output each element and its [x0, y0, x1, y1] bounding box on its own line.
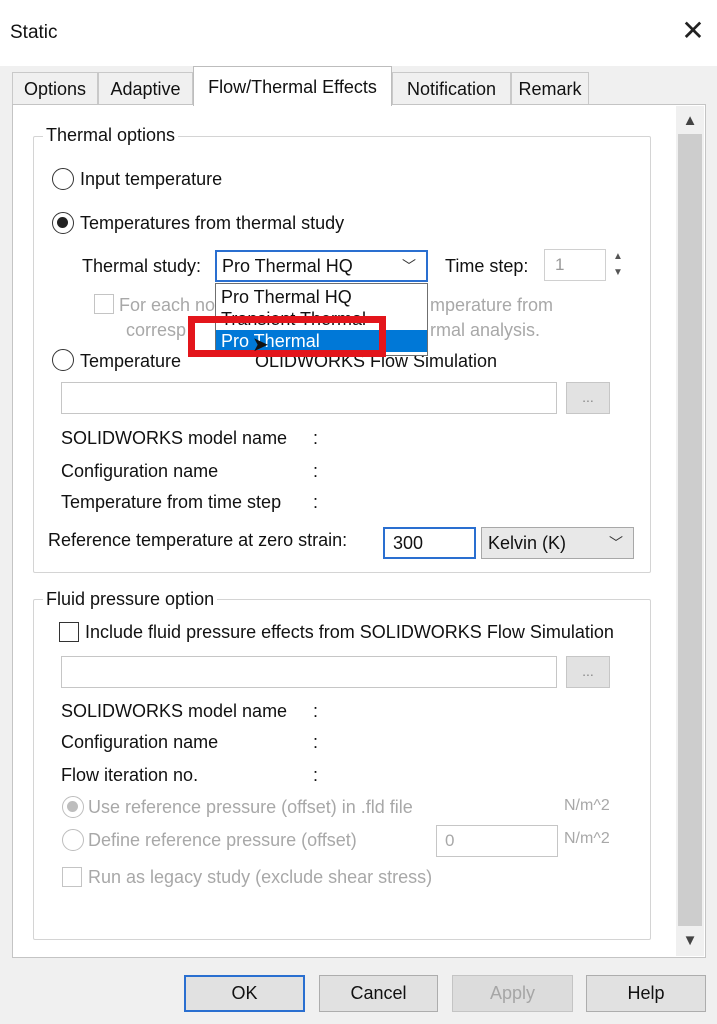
flow-iteration-label: Flow iteration no.: [61, 765, 199, 785]
thermal-study-value: Pro Thermal HQ: [222, 256, 353, 276]
browse-button[interactable]: ...: [566, 382, 610, 414]
tab-adaptive[interactable]: Adaptive: [98, 72, 193, 104]
fluid-model-name-colon: :: [313, 701, 319, 721]
legacy-study-label: Run as legacy study (exclude shear stres…: [88, 867, 433, 887]
thermal-study-radio[interactable]: [52, 212, 74, 234]
temp-time-step-colon: :: [313, 492, 319, 512]
per-node-text-end: mperature from: [430, 295, 554, 315]
time-step-label: Time step:: [445, 256, 529, 276]
thermal-study-select[interactable]: Pro Thermal HQ ﹀: [215, 250, 428, 282]
input-temperature-label: Input temperature: [80, 169, 223, 189]
input-temperature-radio[interactable]: [52, 168, 74, 190]
fluid-model-name-label: SOLIDWORKS model name: [61, 701, 288, 721]
configuration-name-label: Configuration name: [61, 461, 219, 481]
window-title: Static: [10, 22, 58, 43]
use-ref-pressure-label: Use reference pressure (offset) in .fld …: [88, 797, 413, 817]
define-ref-pressure-unit: N/m^2: [564, 830, 610, 847]
unit-select[interactable]: Kelvin (K) ﹀: [481, 527, 634, 559]
thermal-options-label: Thermal options: [43, 125, 179, 146]
fluid-file-field[interactable]: [61, 656, 557, 688]
flow-sim-file-field[interactable]: [61, 382, 557, 414]
per-node-text-start: For each no: [119, 295, 216, 315]
tab-notification[interactable]: Notification: [392, 72, 511, 104]
browse-button[interactable]: ...: [566, 656, 610, 688]
scroll-down-icon[interactable]: ▼: [676, 928, 704, 954]
include-fluid-pressure-checkbox[interactable]: [59, 622, 79, 642]
fluid-pressure-label: Fluid pressure option: [43, 589, 218, 610]
unit-value: Kelvin (K): [488, 533, 567, 553]
apply-button[interactable]: Apply: [452, 975, 573, 1012]
model-name-label: SOLIDWORKS model name: [61, 428, 288, 448]
fluid-config-name-label: Configuration name: [61, 732, 219, 752]
flow-sim-temperature-radio[interactable]: [52, 349, 74, 371]
ref-pressure-input[interactable]: 0: [436, 825, 558, 857]
cancel-button[interactable]: Cancel: [319, 975, 438, 1012]
tab-remark[interactable]: Remark: [511, 72, 589, 104]
title-bar: [0, 0, 717, 66]
tab-options[interactable]: Options: [12, 72, 98, 104]
define-ref-pressure-radio[interactable]: [62, 829, 84, 851]
close-icon[interactable]: ✕: [678, 16, 708, 46]
scroll-up-icon[interactable]: ▲: [676, 108, 704, 134]
legacy-study-checkbox[interactable]: [62, 867, 82, 887]
define-ref-pressure-label: Define reference pressure (offset): [88, 830, 357, 850]
model-name-colon: :: [313, 428, 319, 448]
annotation-highlight-box: [188, 316, 386, 357]
chevron-down-icon: ﹀: [402, 258, 416, 274]
fluid-config-name-colon: :: [313, 732, 319, 752]
chevron-down-icon: ﹀: [609, 535, 623, 551]
per-node-checkbox[interactable]: [94, 294, 114, 314]
flow-iteration-colon: :: [313, 765, 319, 785]
ref-temp-input[interactable]: 300: [383, 527, 476, 559]
tab-flow-thermal-effects[interactable]: Flow/Thermal Effects: [193, 66, 392, 106]
ok-button[interactable]: OK: [184, 975, 305, 1012]
per-node-line2-start: corresp: [126, 320, 187, 340]
use-ref-pressure-radio[interactable]: [62, 796, 84, 818]
time-step-input[interactable]: 1: [544, 249, 606, 281]
thermal-study-radio-label: Temperatures from thermal study: [80, 213, 345, 233]
mouse-cursor-icon: ➤: [252, 334, 269, 356]
spin-down-icon[interactable]: ▼: [607, 265, 629, 281]
per-node-line2-end: rmal analysis.: [430, 320, 541, 340]
use-ref-pressure-unit: N/m^2: [564, 797, 610, 814]
dropdown-item[interactable]: Pro Thermal HQ: [216, 286, 427, 308]
help-button[interactable]: Help: [586, 975, 706, 1012]
ref-temp-label: Reference temperature at zero strain:: [48, 530, 348, 550]
flow-sim-temperature-label-start: Temperature: [80, 351, 182, 371]
include-fluid-pressure-label: Include fluid pressure effects from SOLI…: [85, 622, 614, 642]
thermal-study-label: Thermal study:: [82, 256, 202, 276]
temp-time-step-label: Temperature from time step: [61, 492, 282, 512]
scrollbar-thumb[interactable]: [678, 134, 702, 926]
configuration-name-colon: :: [313, 461, 319, 481]
spin-up-icon[interactable]: ▲: [607, 249, 629, 265]
